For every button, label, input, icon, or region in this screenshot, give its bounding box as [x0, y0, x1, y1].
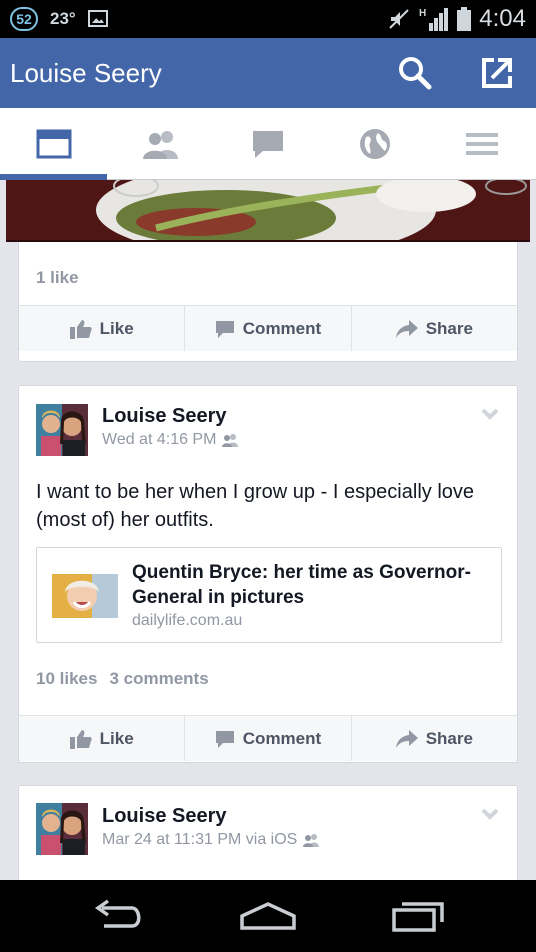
post-timestamp[interactable]: Mar 24 at 11:31 PM via iOS: [102, 831, 297, 849]
chevron-down-icon[interactable]: [481, 808, 499, 820]
post-body: I want to be her when I grow up - I espe…: [36, 481, 475, 531]
chevron-down-icon[interactable]: [481, 408, 499, 420]
system-nav-bar: [0, 880, 536, 952]
link-preview[interactable]: Quentin Bryce: her time as Governor-Gene…: [36, 547, 502, 643]
profile-photo: [36, 404, 88, 456]
avatar[interactable]: [36, 803, 88, 855]
like-button[interactable]: Like: [19, 306, 186, 351]
post-timestamp[interactable]: Wed at 4:16 PM: [102, 431, 216, 449]
page-title: Louise Seery: [10, 58, 162, 88]
comment-icon: [215, 320, 234, 338]
post-action-bar: Like Comment Share: [19, 715, 517, 761]
comment-button[interactable]: Comment: [185, 306, 352, 351]
link-image: [52, 574, 118, 618]
app-bar: Louise Seery: [0, 38, 536, 108]
search-button[interactable]: [396, 54, 434, 92]
svg-text:H: H: [419, 8, 426, 19]
post-photo[interactable]: [6, 180, 530, 242]
friends-icon: [142, 131, 178, 159]
profile-photo: [36, 803, 88, 855]
comment-button[interactable]: Comment: [185, 716, 352, 761]
messages-icon: [252, 131, 283, 158]
link-thumbnail: [52, 574, 118, 618]
mute-icon: [387, 7, 411, 31]
tab-friends[interactable]: [107, 108, 214, 180]
share-arrow-icon: [395, 319, 418, 338]
publish-button[interactable]: [478, 54, 516, 92]
home-button[interactable]: [238, 898, 298, 934]
globe-icon: [359, 129, 390, 159]
food-plate-image: [6, 180, 530, 240]
like-label: Like: [99, 318, 134, 338]
share-label: Share: [425, 728, 473, 748]
share-arrow-icon: [395, 729, 418, 748]
avatar[interactable]: [36, 404, 88, 456]
comment-icon: [215, 730, 234, 748]
post-meta: Wed at 4:16 PM: [102, 431, 239, 449]
status-bar: 52 23° H 4:04: [0, 0, 536, 38]
comment-label: Comment: [242, 318, 322, 338]
friends-privacy-icon: [303, 834, 320, 847]
search-icon: [399, 57, 432, 90]
friends-privacy-icon: [222, 434, 239, 447]
likes-count[interactable]: 1 like: [36, 268, 79, 288]
clock-text: 4:04: [479, 5, 526, 32]
share-label: Share: [425, 318, 473, 338]
post-meta: Mar 24 at 11:31 PM via iOS: [102, 831, 320, 849]
post-action-bar: Like Comment Share: [19, 305, 517, 351]
home-icon: [240, 902, 296, 930]
post-author[interactable]: Louise Seery: [102, 405, 227, 428]
tab-messages[interactable]: [214, 108, 321, 180]
comments-count[interactable]: 3 comments: [109, 669, 208, 689]
comment-label: Comment: [242, 728, 322, 748]
tab-news-feed[interactable]: [0, 108, 107, 180]
tab-more[interactable]: [428, 108, 535, 180]
link-title[interactable]: Quentin Bryce: her time as Governor-Gene…: [132, 560, 489, 610]
like-button[interactable]: Like: [19, 716, 186, 761]
thumbs-up-icon: [69, 729, 92, 749]
menu-icon: [465, 133, 498, 155]
share-button[interactable]: Share: [352, 716, 517, 761]
news-feed[interactable]: 1 like Like Comment Share Louise Seery W…: [0, 180, 536, 880]
signal-icon: H: [419, 6, 449, 32]
share-button[interactable]: Share: [352, 306, 517, 351]
image-notification-icon: [88, 10, 108, 27]
like-label: Like: [99, 728, 134, 748]
tab-notifications[interactable]: [321, 108, 428, 180]
post-author[interactable]: Louise Seery: [102, 805, 227, 828]
news-feed-icon: [36, 129, 71, 159]
external-share-icon: [482, 58, 512, 88]
thumbs-up-icon: [69, 319, 92, 339]
likes-count[interactable]: 10 likes: [36, 669, 97, 689]
post-card: Louise Seery Mar 24 at 11:31 PM via iOS: [18, 785, 518, 880]
status-icons: H 4:04: [387, 5, 526, 33]
tab-bar: [0, 108, 536, 180]
recent-apps-button[interactable]: [388, 898, 448, 934]
link-domain: dailylife.com.au: [132, 612, 243, 629]
post-card: Louise Seery Wed at 4:16 PM I want to be…: [18, 385, 518, 763]
notification-count-badge: 52: [10, 7, 38, 31]
battery-icon: [457, 7, 472, 31]
back-button[interactable]: [88, 898, 148, 934]
back-icon: [94, 899, 141, 928]
temperature-text: 23°: [50, 9, 76, 28]
engagement-summary: 10 likes 3 comments: [36, 669, 209, 689]
recent-apps-icon: [392, 902, 444, 932]
